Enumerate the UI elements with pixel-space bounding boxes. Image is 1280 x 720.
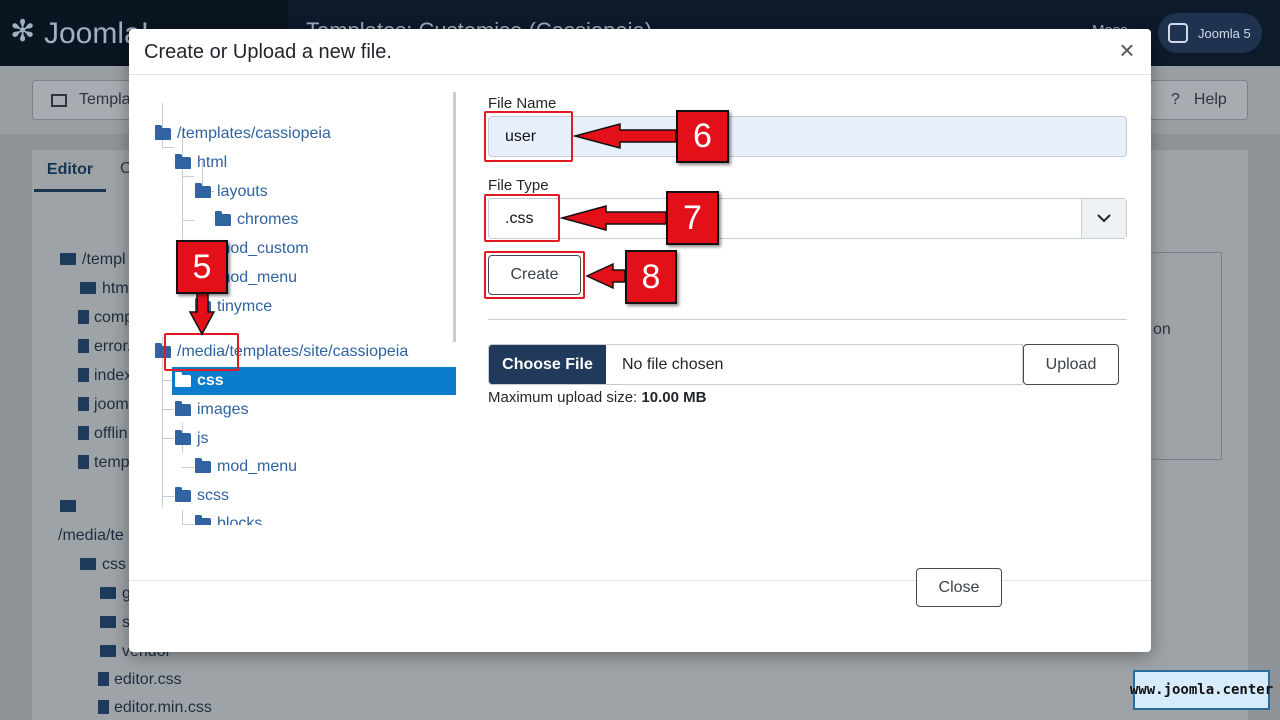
file-icon	[98, 672, 109, 686]
tree-line	[162, 496, 174, 497]
folder-icon	[80, 558, 96, 570]
bg-tree-item[interactable]: comp	[78, 309, 133, 327]
file-type-select[interactable]: .css	[488, 198, 1127, 239]
highlight-file-name	[484, 111, 573, 162]
file-name-label: File Name	[488, 95, 557, 112]
bg-tree-item[interactable]	[60, 498, 82, 516]
folder-icon	[195, 458, 211, 473]
folder-tree: /templates/cassiopeia html layouts chrom…	[129, 75, 456, 525]
choose-file-button[interactable]: Choose File	[489, 345, 606, 384]
watermark: www.joomla.center	[1130, 670, 1273, 710]
tab-editor[interactable]: Editor	[34, 150, 106, 192]
step-badge-6: 6	[676, 110, 729, 163]
folder-icon	[175, 487, 191, 502]
tree-folder-templates-cassiopeia[interactable]: /templates/cassiopeia	[155, 120, 331, 148]
tree-scrollbar[interactable]	[453, 92, 456, 342]
max-upload-note: Maximum upload size: 10.00 MB	[488, 389, 707, 406]
bg-tree-item[interactable]: editor.css	[98, 671, 182, 689]
site-link-button[interactable]: Joomla 5	[1158, 13, 1262, 53]
folder-icon	[80, 282, 96, 294]
file-input[interactable]: Choose File No file chosen	[488, 344, 1023, 385]
highlight-css-folder	[164, 333, 239, 371]
templates-button-label: Templa	[79, 91, 131, 108]
tree-line	[162, 438, 174, 439]
max-upload-value: 10.00 MB	[641, 389, 707, 406]
file-icon	[78, 426, 89, 440]
tree-folder-tinymce[interactable]: tinymce	[195, 293, 272, 321]
file-icon	[98, 700, 109, 714]
bg-tree-item-label[interactable]: /media/te	[58, 527, 124, 545]
chevron-down-icon	[1081, 199, 1126, 238]
folder-icon	[100, 587, 116, 599]
highlight-create	[484, 251, 585, 299]
tree-folder-blocks[interactable]: blocks	[195, 510, 262, 525]
file-status-text: No file chosen	[622, 355, 724, 373]
bg-tree-item[interactable]: /templ	[60, 251, 126, 269]
external-link-icon	[1168, 23, 1188, 43]
bg-tree-item[interactable]: g	[100, 585, 131, 603]
folder-icon	[100, 616, 116, 628]
tree-folder-scss[interactable]: scss	[175, 482, 229, 510]
step-badge-5: 5	[176, 240, 228, 294]
tree-line	[162, 409, 174, 410]
close-icon[interactable]: ×	[1115, 37, 1139, 63]
folder-icon	[195, 515, 211, 525]
tree-line	[182, 510, 183, 525]
tree-folder-js-mod-menu[interactable]: mod_menu	[195, 453, 297, 481]
bg-tree-item[interactable]: s	[100, 614, 130, 632]
folder-icon	[175, 401, 191, 416]
file-type-label: File Type	[488, 177, 549, 194]
folder-icon	[175, 430, 191, 445]
bg-tree-item[interactable]: temp	[78, 454, 130, 472]
editor-side-box: on	[1150, 252, 1222, 460]
tree-folder-css[interactable]: css	[172, 367, 456, 395]
joomla-logo-icon: ✻	[10, 15, 36, 48]
bg-tree-item[interactable]: joom	[78, 396, 129, 414]
tree-line	[182, 467, 194, 468]
side-text: on	[1153, 321, 1171, 338]
bg-tree-item[interactable]: htm	[80, 280, 129, 298]
image-icon	[51, 93, 67, 107]
close-button[interactable]: Close	[916, 568, 1002, 607]
bg-tree-item[interactable]: editor.min.css	[98, 699, 212, 717]
file-icon	[78, 339, 89, 353]
file-icon	[78, 397, 89, 411]
form-divider	[488, 319, 1127, 320]
modal-title: Create or Upload a new file.	[144, 41, 392, 63]
folder-icon	[100, 645, 116, 657]
folder-icon	[155, 125, 171, 140]
help-button-label: Help	[1193, 91, 1227, 108]
tree-folder-html[interactable]: html	[175, 149, 227, 177]
folder-icon	[60, 253, 76, 265]
tree-folder-js[interactable]: js	[175, 425, 209, 453]
tree-folder-images[interactable]: images	[175, 396, 249, 424]
step-badge-8: 8	[625, 250, 677, 304]
file-icon	[78, 455, 89, 469]
step-badge-7: 7	[666, 191, 719, 245]
upload-button[interactable]: Upload	[1023, 344, 1119, 385]
bg-tree-item[interactable]: css	[80, 556, 126, 574]
file-name-input[interactable]: user	[488, 116, 1127, 157]
folder-icon	[60, 500, 76, 512]
folder-icon	[195, 183, 211, 198]
bg-tree-item[interactable]: error.	[78, 338, 131, 356]
highlight-file-type	[484, 194, 560, 242]
tree-line	[182, 524, 194, 525]
help-button[interactable]: ? Help	[1150, 80, 1248, 120]
modal-header: Create or Upload a new file. ×	[129, 29, 1151, 75]
folder-icon	[175, 372, 191, 387]
tree-folder-chromes[interactable]: chromes	[215, 206, 298, 234]
site-link-label: Joomla 5	[1198, 25, 1251, 41]
folder-icon	[215, 211, 231, 226]
tree-folder-layouts[interactable]: layouts	[195, 178, 268, 206]
help-icon: ?	[1171, 91, 1180, 108]
tree-line	[182, 220, 194, 221]
folder-icon	[175, 154, 191, 169]
bg-tree-item[interactable]: offlin	[78, 425, 128, 443]
folder-icon	[195, 298, 211, 313]
bg-tree-item[interactable]: index	[78, 367, 132, 385]
file-icon	[78, 310, 89, 324]
file-icon	[78, 368, 89, 382]
